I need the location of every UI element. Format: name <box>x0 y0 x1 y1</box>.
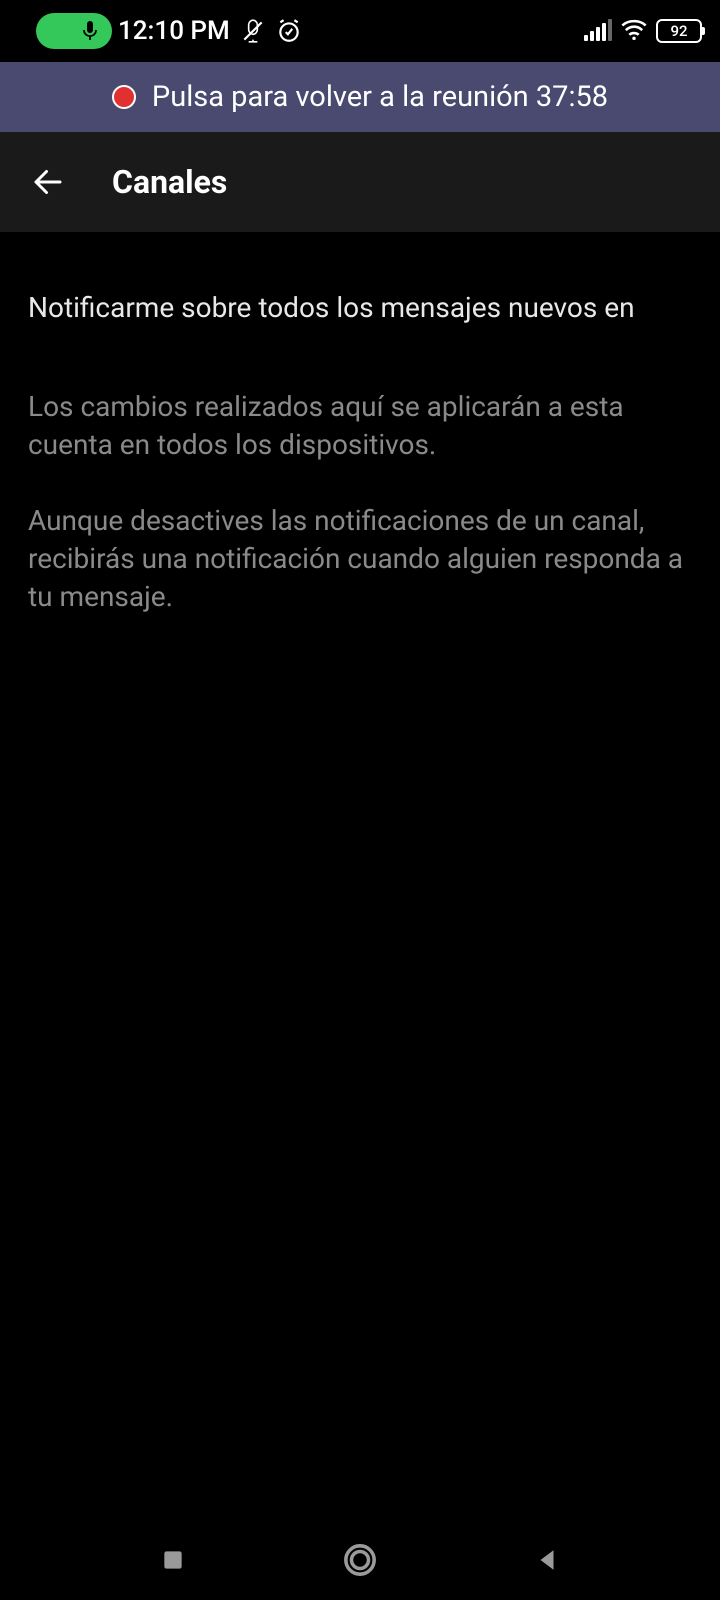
status-bar: 12:10 PM <box>0 0 720 62</box>
cellular-signal-icon <box>584 21 612 41</box>
system-nav-bar <box>0 1520 720 1600</box>
meeting-banner-text: Pulsa para volver a la reunión 37:58 <box>152 80 608 114</box>
page-title: Canales <box>112 163 227 201</box>
section-heading: Notificarme sobre todos los mensajes nue… <box>28 290 692 326</box>
battery-indicator: 92 <box>656 19 702 43</box>
circle-icon <box>343 1543 377 1577</box>
nav-recents-button[interactable] <box>143 1530 203 1590</box>
microphone-icon <box>78 19 102 43</box>
back-button[interactable] <box>28 162 68 202</box>
description-paragraph-2: Aunque desactives las notificaciones de … <box>28 502 692 615</box>
wifi-icon <box>620 18 648 44</box>
nav-home-button[interactable] <box>330 1530 390 1590</box>
microphone-active-pill[interactable] <box>36 13 112 49</box>
nav-back-button[interactable] <box>517 1530 577 1590</box>
back-arrow-icon <box>30 164 66 200</box>
mute-icon <box>240 18 266 44</box>
description-text: Los cambios realizados aquí se aplicarán… <box>28 388 692 615</box>
recording-dot-icon <box>112 85 136 109</box>
content-area: Notificarme sobre todos los mensajes nue… <box>0 232 720 615</box>
app-header: Canales <box>0 132 720 232</box>
status-time: 12:10 PM <box>118 16 230 46</box>
triangle-back-icon <box>534 1547 560 1573</box>
description-paragraph-1: Los cambios realizados aquí se aplicarán… <box>28 388 692 464</box>
meeting-return-banner[interactable]: Pulsa para volver a la reunión 37:58 <box>0 62 720 132</box>
status-left: 12:10 PM <box>36 13 302 49</box>
battery-level: 92 <box>670 22 687 40</box>
status-right: 92 <box>584 18 702 44</box>
alarm-icon <box>276 18 302 44</box>
square-icon <box>160 1547 186 1573</box>
